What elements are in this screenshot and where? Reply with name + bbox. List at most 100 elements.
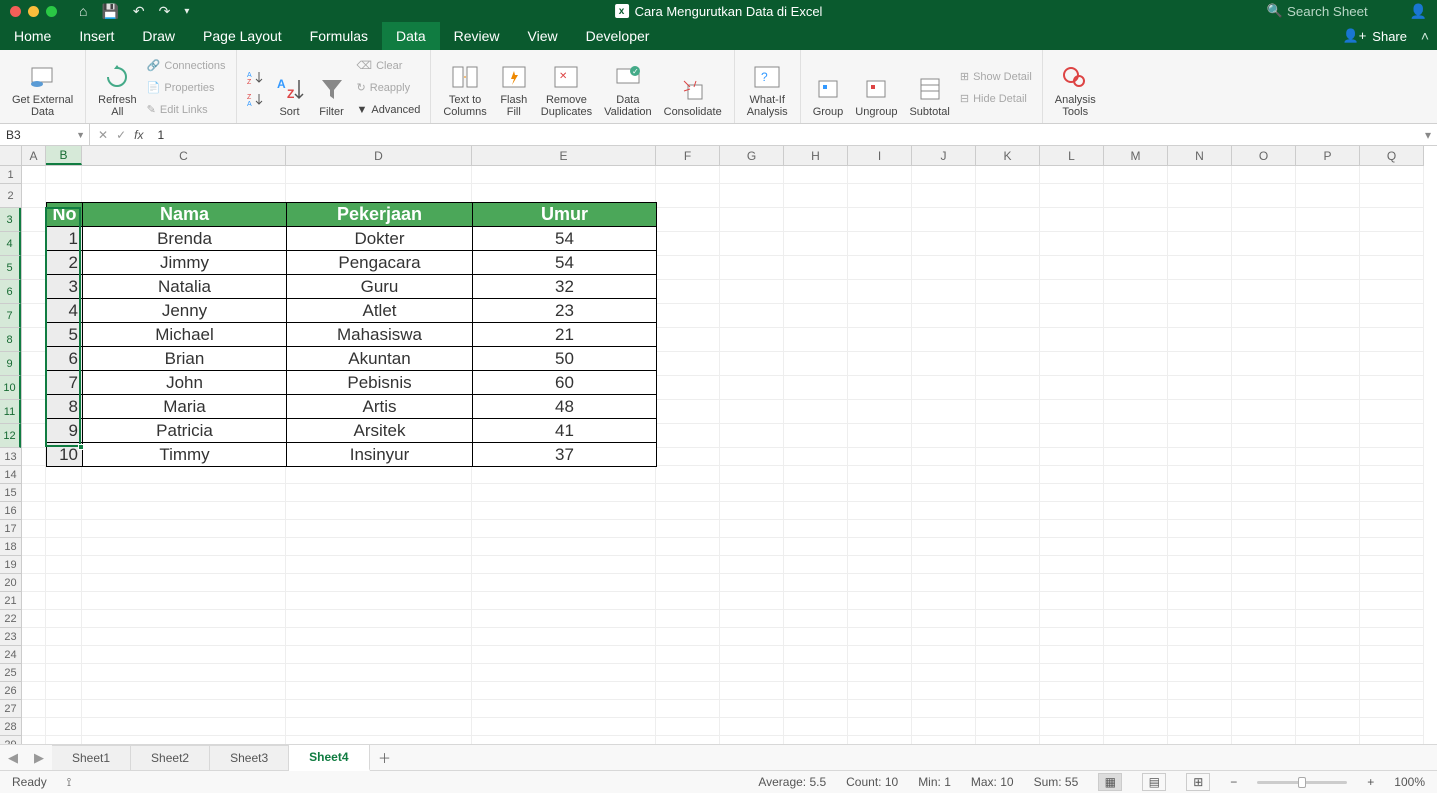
row-header-22[interactable]: 22 — [0, 610, 21, 628]
tab-developer[interactable]: Developer — [572, 22, 664, 50]
table-cell[interactable]: 60 — [473, 371, 657, 395]
table-cell[interactable]: Dokter — [287, 227, 473, 251]
reapply-button[interactable]: ↻Reapply — [357, 78, 421, 98]
row-header-19[interactable]: 19 — [0, 556, 21, 574]
search-input[interactable] — [1287, 4, 1397, 19]
sheet-tab-sheet3[interactable]: Sheet3 — [210, 745, 289, 770]
row-header-11[interactable]: 11 — [0, 400, 21, 424]
tab-view[interactable]: View — [514, 22, 572, 50]
col-header-A[interactable]: A — [22, 146, 46, 165]
table-cell[interactable]: 54 — [473, 227, 657, 251]
row-header-14[interactable]: 14 — [0, 466, 21, 484]
table-cell[interactable]: Michael — [83, 323, 287, 347]
table-cell[interactable]: Arsitek — [287, 419, 473, 443]
table-cell[interactable]: Akuntan — [287, 347, 473, 371]
col-header-G[interactable]: G — [720, 146, 784, 165]
table-cell[interactable]: 4 — [47, 299, 83, 323]
row-header-4[interactable]: 4 — [0, 232, 21, 256]
sheet-nav-prev[interactable]: ◀ — [0, 745, 26, 770]
table-cell[interactable]: Insinyur — [287, 443, 473, 467]
analysis-tools-button[interactable]: AnalysisTools — [1053, 56, 1098, 120]
sort-desc-button[interactable]: ZA — [247, 89, 265, 109]
fill-handle[interactable] — [78, 444, 84, 450]
table-cell[interactable]: 9 — [47, 419, 83, 443]
row-header-12[interactable]: 12 — [0, 424, 21, 448]
select-all-corner[interactable] — [0, 146, 22, 166]
namebox-dropdown-icon[interactable]: ▼ — [76, 130, 85, 140]
collapse-ribbon-icon[interactable]: ˄ — [1421, 22, 1429, 50]
row-header-5[interactable]: 5 — [0, 256, 21, 280]
table-row[interactable]: 10TimmyInsinyur37 — [47, 443, 657, 467]
fx-icon[interactable]: fx — [134, 128, 143, 142]
row-header-10[interactable]: 10 — [0, 376, 21, 400]
row-header-27[interactable]: 27 — [0, 700, 21, 718]
get-external-data-button[interactable]: Get ExternalData — [10, 56, 75, 120]
clear-filter-button[interactable]: ⌫Clear — [357, 56, 421, 76]
table-row[interactable]: 6BrianAkuntan50 — [47, 347, 657, 371]
table-cell[interactable]: 1 — [47, 227, 83, 251]
data-validation-button[interactable]: ✓DataValidation — [602, 56, 654, 120]
table-cell[interactable]: Mahasiswa — [287, 323, 473, 347]
row-header-16[interactable]: 16 — [0, 502, 21, 520]
tab-insert[interactable]: Insert — [65, 22, 128, 50]
table-cell[interactable]: 7 — [47, 371, 83, 395]
share-button[interactable]: 👤+ Share — [1343, 22, 1407, 50]
cancel-formula-icon[interactable]: ✕ — [98, 128, 108, 142]
tab-data[interactable]: Data — [382, 22, 440, 50]
search-sheet[interactable]: 🔍 — [1267, 3, 1397, 19]
expand-formula-bar-icon[interactable]: ▾ — [1419, 128, 1437, 142]
row-header-13[interactable]: 13 — [0, 448, 21, 466]
remove-duplicates-button[interactable]: ✕RemoveDuplicates — [539, 56, 594, 120]
table-cell[interactable]: Atlet — [287, 299, 473, 323]
ungroup-button[interactable]: Ungroup — [853, 56, 899, 120]
flash-fill-button[interactable]: FlashFill — [497, 56, 531, 120]
table-row[interactable]: 3NataliaGuru32 — [47, 275, 657, 299]
col-header-E[interactable]: E — [472, 146, 656, 165]
col-header-K[interactable]: K — [976, 146, 1040, 165]
edit-links-button[interactable]: ✎Edit Links — [147, 100, 226, 120]
user-icon[interactable]: 👤 — [1410, 3, 1427, 20]
table-cell[interactable]: 50 — [473, 347, 657, 371]
col-header-I[interactable]: I — [848, 146, 912, 165]
table-cell[interactable]: Pengacara — [287, 251, 473, 275]
tab-draw[interactable]: Draw — [128, 22, 189, 50]
table-row[interactable]: 9PatriciaArsitek41 — [47, 419, 657, 443]
refresh-all-button[interactable]: RefreshAll — [96, 56, 139, 120]
row-header-8[interactable]: 8 — [0, 328, 21, 352]
table-row[interactable]: 5MichaelMahasiswa21 — [47, 323, 657, 347]
row-header-20[interactable]: 20 — [0, 574, 21, 592]
advanced-filter-button[interactable]: ▼Advanced — [357, 100, 421, 120]
table-cell[interactable]: 32 — [473, 275, 657, 299]
table-cell[interactable]: 21 — [473, 323, 657, 347]
add-sheet-button[interactable]: ＋ — [370, 745, 400, 770]
view-normal-button[interactable]: ▦ — [1098, 773, 1122, 791]
col-header-Q[interactable]: Q — [1360, 146, 1424, 165]
redo-icon[interactable]: ↷ — [159, 3, 171, 20]
table-cell[interactable]: 54 — [473, 251, 657, 275]
hide-detail-button[interactable]: ⊟Hide Detail — [960, 89, 1032, 109]
table-row[interactable]: 7JohnPebisnis60 — [47, 371, 657, 395]
row-header-7[interactable]: 7 — [0, 304, 21, 328]
sheet-nav-next[interactable]: ▶ — [26, 745, 52, 770]
close-window-button[interactable] — [10, 6, 21, 17]
row-header-18[interactable]: 18 — [0, 538, 21, 556]
table-cell[interactable]: Brian — [83, 347, 287, 371]
tab-home[interactable]: Home — [0, 22, 65, 50]
subtotal-button[interactable]: Subtotal — [907, 56, 951, 120]
save-icon[interactable]: 💾 — [101, 3, 118, 20]
row-header-1[interactable]: 1 — [0, 166, 21, 184]
zoom-window-button[interactable] — [46, 6, 57, 17]
row-header-3[interactable]: 3 — [0, 208, 21, 232]
zoom-in-button[interactable]: + — [1367, 775, 1374, 789]
zoom-out-button[interactable]: − — [1230, 775, 1237, 789]
accessibility-icon[interactable]: ⟟ — [67, 775, 71, 790]
col-header-O[interactable]: O — [1232, 146, 1296, 165]
view-page-break-button[interactable]: ⊞ — [1186, 773, 1210, 791]
sheet-tab-sheet4[interactable]: Sheet4 — [289, 745, 369, 771]
table-row[interactable]: 2JimmyPengacara54 — [47, 251, 657, 275]
table-cell[interactable]: Guru — [287, 275, 473, 299]
table-cell[interactable]: 8 — [47, 395, 83, 419]
home-icon[interactable]: ⌂ — [79, 3, 87, 19]
table-row[interactable]: 1BrendaDokter54 — [47, 227, 657, 251]
qat-overflow-icon[interactable]: ▾ — [184, 6, 189, 17]
